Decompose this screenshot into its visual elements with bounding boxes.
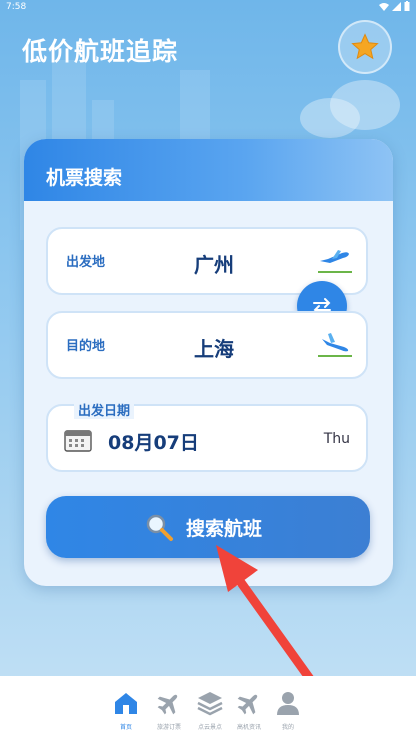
tab-label-news: 高机资讯 — [236, 724, 261, 731]
bottom-tab-bar: 首页 旅游订票 点云景点 高机资讯 我的 — [0, 676, 416, 741]
plane-icon — [237, 694, 258, 715]
tab-label-booking: 旅游订票 — [156, 724, 181, 731]
tab-news[interactable]: 高机资讯 — [229, 690, 269, 731]
home-icon — [115, 693, 137, 714]
tab-label-profile: 我的 — [281, 724, 294, 731]
tab-attractions[interactable]: 点云景点 — [190, 690, 230, 731]
user-icon — [277, 692, 299, 715]
plane-icon — [157, 694, 178, 715]
tab-label-attractions: 点云景点 — [197, 724, 222, 731]
tab-label-home: 首页 — [119, 724, 132, 731]
pointer-arrow — [216, 545, 348, 730]
tab-booking[interactable]: 旅游订票 — [149, 690, 189, 731]
app-screen: 7:58 低价航班追踪 机票搜索 出发地 广州 目的地 上海 出发日期 08月0… — [0, 0, 416, 741]
tab-home[interactable]: 首页 — [106, 690, 146, 731]
layers-icon — [197, 692, 223, 716]
tab-profile[interactable]: 我的 — [268, 690, 308, 731]
